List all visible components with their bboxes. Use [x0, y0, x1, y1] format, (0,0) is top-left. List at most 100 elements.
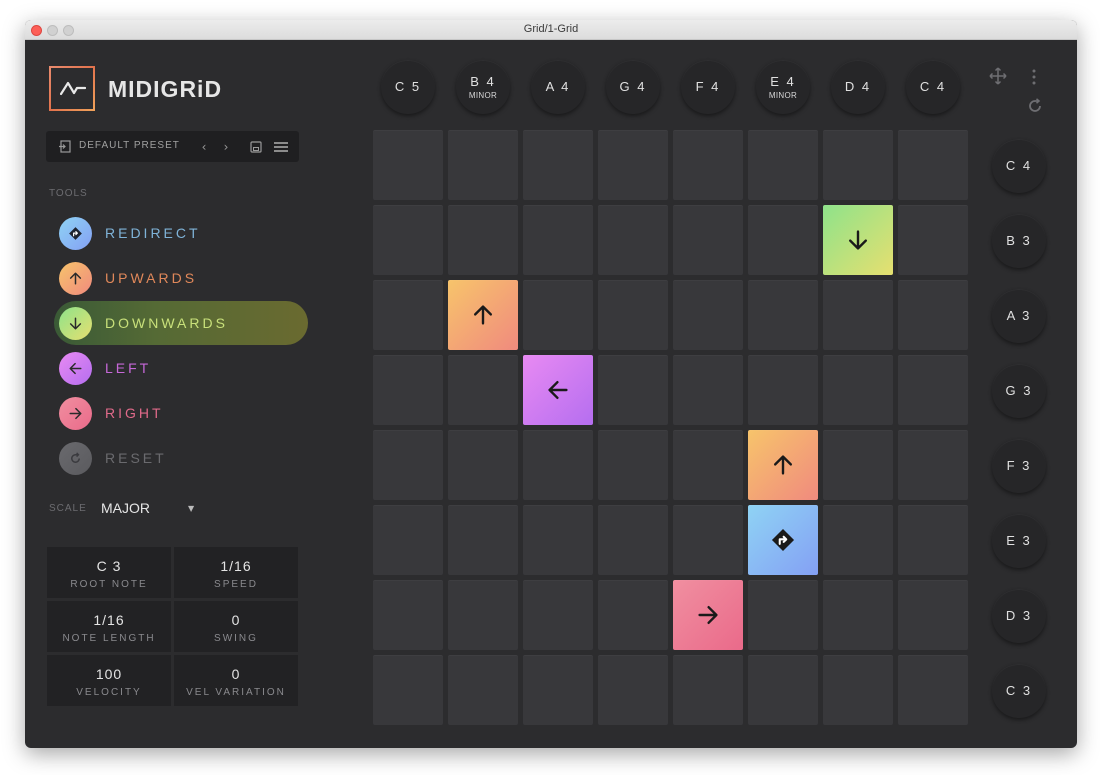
grid-pad-downwards[interactable] [823, 205, 893, 275]
column-note-button[interactable]: C 5 [381, 60, 435, 114]
grid-pad[interactable] [598, 355, 668, 425]
column-note-button[interactable]: G 4 [606, 60, 660, 114]
grid-pad[interactable] [373, 430, 443, 500]
previous-preset-icon[interactable]: ‹ [196, 131, 212, 162]
row-note-button[interactable]: F 3 [992, 439, 1046, 493]
grid-pad[interactable] [448, 655, 518, 725]
grid-pad[interactable] [898, 580, 968, 650]
tool-reset[interactable]: RESET [54, 436, 308, 480]
column-note-button[interactable]: C 4 [906, 60, 960, 114]
row-note-button[interactable]: G 3 [992, 364, 1046, 418]
grid-pad-right[interactable] [673, 580, 743, 650]
param-speed[interactable]: 1/16 SPEED [174, 547, 298, 598]
grid-pad[interactable] [673, 430, 743, 500]
next-preset-icon[interactable]: › [218, 131, 234, 162]
grid-pad[interactable] [448, 430, 518, 500]
column-note-button[interactable]: D 4 [831, 60, 885, 114]
grid-pad[interactable] [373, 205, 443, 275]
grid-pad[interactable] [748, 655, 818, 725]
param-velocity[interactable]: 100 VELOCITY [47, 655, 171, 706]
grid-pad[interactable] [523, 655, 593, 725]
grid-pad[interactable] [748, 130, 818, 200]
grid-pad[interactable] [373, 280, 443, 350]
row-note-button[interactable]: C 4 [992, 139, 1046, 193]
grid-pad[interactable] [448, 580, 518, 650]
grid-pad[interactable] [598, 655, 668, 725]
grid-pad[interactable] [823, 655, 893, 725]
tool-downwards[interactable]: DOWNWARDS [54, 301, 308, 345]
param-note-length[interactable]: 1/16 NOTE LENGTH [47, 601, 171, 652]
grid-pad[interactable] [823, 580, 893, 650]
param-vel-variation[interactable]: 0 VEL VARIATION [174, 655, 298, 706]
grid-pad[interactable] [673, 205, 743, 275]
grid-pad[interactable] [823, 430, 893, 500]
grid-pad[interactable] [448, 205, 518, 275]
grid-pad-upwards[interactable] [448, 280, 518, 350]
menu-icon[interactable] [271, 131, 291, 162]
tool-left[interactable]: LEFT [54, 346, 308, 390]
grid-pad[interactable] [523, 430, 593, 500]
param-swing[interactable]: 0 SWING [174, 601, 298, 652]
grid-pad[interactable] [673, 505, 743, 575]
grid-pad[interactable] [373, 655, 443, 725]
grid-pad[interactable] [673, 355, 743, 425]
row-note-button[interactable]: B 3 [992, 214, 1046, 268]
grid-pad[interactable] [673, 655, 743, 725]
grid-pad[interactable] [748, 580, 818, 650]
row-note-button[interactable]: A 3 [992, 289, 1046, 343]
param-root-note[interactable]: C 3 ROOT NOTE [47, 547, 171, 598]
grid-pad[interactable] [823, 505, 893, 575]
grid-pad[interactable] [898, 505, 968, 575]
grid-pad[interactable] [898, 355, 968, 425]
grid-pad[interactable] [373, 505, 443, 575]
column-note-button[interactable]: A 4 [531, 60, 585, 114]
more-options-icon[interactable] [1031, 69, 1037, 89]
load-preset-icon[interactable] [56, 131, 72, 162]
grid-pad[interactable] [448, 355, 518, 425]
grid-pad-redirect[interactable] [748, 505, 818, 575]
grid-pad[interactable] [898, 280, 968, 350]
grid-pad[interactable] [598, 205, 668, 275]
grid-pad[interactable] [898, 130, 968, 200]
refresh-icon[interactable] [1027, 98, 1043, 118]
grid-pad[interactable] [823, 355, 893, 425]
grid-pad[interactable] [523, 580, 593, 650]
grid-pad-left[interactable] [523, 355, 593, 425]
tool-upwards[interactable]: UPWARDS [54, 256, 308, 300]
grid-pad[interactable] [748, 355, 818, 425]
row-note-button[interactable]: C 3 [992, 664, 1046, 718]
save-preset-icon[interactable] [247, 131, 265, 162]
grid-pad[interactable] [523, 130, 593, 200]
row-note-button[interactable]: D 3 [992, 589, 1046, 643]
grid-pad[interactable] [373, 130, 443, 200]
grid-pad[interactable] [598, 280, 668, 350]
column-note-button[interactable]: F 4 [681, 60, 735, 114]
row-note-button[interactable]: E 3 [992, 514, 1046, 568]
move-icon[interactable] [989, 67, 1007, 89]
grid-pad[interactable] [598, 430, 668, 500]
grid-pad[interactable] [448, 130, 518, 200]
grid-pad[interactable] [598, 505, 668, 575]
tool-redirect[interactable]: REDIRECT [54, 211, 308, 255]
grid-pad[interactable] [823, 280, 893, 350]
grid-pad[interactable] [373, 355, 443, 425]
grid-pad[interactable] [523, 280, 593, 350]
tool-right[interactable]: RIGHT [54, 391, 308, 435]
grid-pad[interactable] [898, 655, 968, 725]
grid-pad[interactable] [748, 280, 818, 350]
grid-pad[interactable] [898, 205, 968, 275]
column-note-button[interactable]: E 4 MINOR [756, 60, 810, 114]
grid-pad[interactable] [523, 205, 593, 275]
column-note-button[interactable]: B 4 MINOR [456, 60, 510, 114]
grid-pad[interactable] [448, 505, 518, 575]
preset-name[interactable]: DEFAULT PRESET [79, 140, 180, 151]
scale-select[interactable]: MAJOR [101, 500, 150, 516]
grid-pad[interactable] [823, 130, 893, 200]
grid-pad[interactable] [673, 280, 743, 350]
grid-pad[interactable] [523, 505, 593, 575]
chevron-down-icon[interactable]: ▼ [188, 504, 194, 513]
grid-pad[interactable] [673, 130, 743, 200]
grid-pad[interactable] [598, 130, 668, 200]
grid-pad-upwards[interactable] [748, 430, 818, 500]
grid-pad[interactable] [598, 580, 668, 650]
